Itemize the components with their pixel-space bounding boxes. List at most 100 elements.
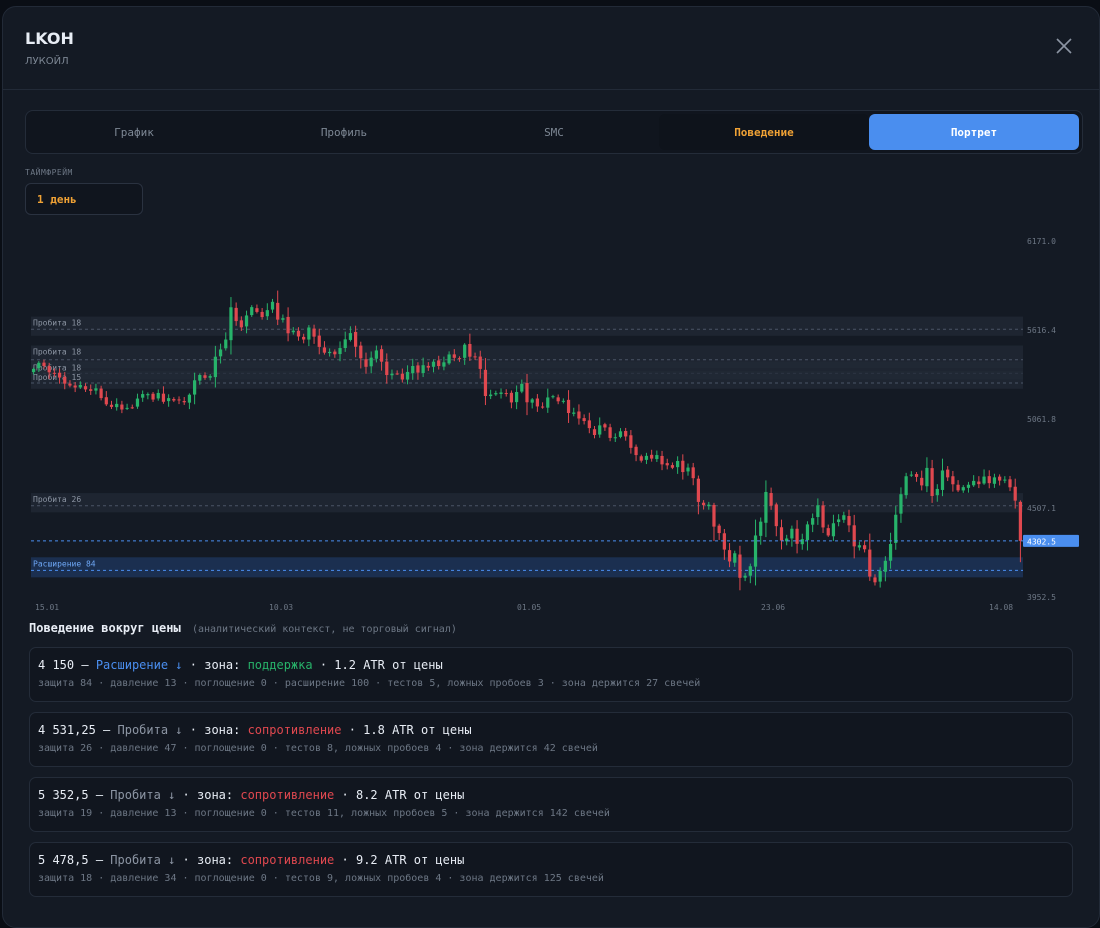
- candle-body: [790, 528, 794, 539]
- candle-body: [229, 307, 233, 341]
- candle-body: [956, 484, 960, 491]
- candle-body: [405, 371, 410, 380]
- zone-details: защита 18 · давление 34 · поглощение 0 ·…: [38, 873, 604, 884]
- candle-body: [691, 467, 695, 479]
- candle-body: [416, 365, 420, 373]
- candle-body: [431, 361, 436, 367]
- candle-body: [769, 493, 773, 506]
- candle-body: [291, 330, 295, 333]
- timeframe-select[interactable]: 1 день: [25, 183, 143, 215]
- candle-body: [182, 401, 186, 403]
- zone-separator: · зона:: [182, 788, 234, 802]
- tab-profile[interactable]: Профиль: [239, 114, 449, 150]
- candle-body: [878, 570, 882, 582]
- candle-body: [47, 366, 51, 373]
- candle-body: [930, 468, 934, 496]
- zone-price: 4 150: [38, 658, 75, 672]
- candle-body: [400, 373, 404, 380]
- candle-body: [224, 339, 228, 349]
- candle-body: [135, 398, 140, 407]
- x-tick-label: 23.06: [761, 603, 785, 612]
- candle-body: [914, 474, 919, 477]
- candle-body: [494, 393, 498, 395]
- zone-card[interactable]: 5 478,5 — Пробита ↓ · зона: сопротивлени…: [29, 842, 1073, 897]
- candle-body: [286, 316, 290, 334]
- zone-role: сопротивление: [247, 723, 342, 737]
- candle-body: [1003, 479, 1007, 481]
- candle-body: [816, 505, 820, 518]
- zone-kind: Пробита ↓: [117, 723, 183, 737]
- candle-body: [629, 435, 633, 448]
- zone-label: Пробита 15: [33, 372, 81, 382]
- zone-price: 5 352,5: [38, 788, 89, 802]
- close-icon[interactable]: [1055, 37, 1073, 55]
- candle-body: [738, 554, 742, 578]
- candle-body: [821, 505, 825, 528]
- candle-body: [473, 356, 477, 358]
- zone-role: сопротивление: [240, 788, 335, 802]
- candle-body: [369, 357, 373, 367]
- candle-body: [530, 399, 534, 403]
- candle-body: [379, 349, 384, 362]
- zone-price: 5 478,5: [38, 853, 89, 867]
- candle-body: [156, 392, 160, 399]
- x-tick-label: 01.05: [517, 603, 541, 612]
- tab-smc[interactable]: SMC: [449, 114, 659, 150]
- company-name: ЛУКОЙЛ: [25, 56, 69, 67]
- candle-body: [577, 411, 581, 419]
- zone-card[interactable]: 4 531,25 — Пробита ↓ · зона: сопротивлен…: [29, 712, 1073, 767]
- candle-body: [130, 407, 134, 409]
- candle-body: [977, 481, 981, 485]
- y-tick-label: 5616.4: [1027, 326, 1056, 335]
- zone-card[interactable]: 5 352,5 — Пробита ↓ · зона: сопротивлени…: [29, 777, 1073, 832]
- candle-body: [904, 476, 908, 496]
- candle-body: [317, 335, 321, 347]
- candle-body: [712, 504, 716, 527]
- candle-body: [707, 504, 711, 507]
- candle-body: [665, 463, 669, 466]
- candle-body: [73, 385, 77, 388]
- candle-body: [556, 397, 560, 402]
- zone-kind: Пробита ↓: [110, 788, 176, 802]
- candle-body: [722, 533, 726, 550]
- tab-portrait[interactable]: Портрет: [869, 114, 1079, 150]
- candle-body: [992, 477, 997, 484]
- view-tabs: График Профиль SMC Поведение Портрет: [25, 110, 1083, 154]
- candle-body: [899, 494, 903, 514]
- candle-body: [385, 361, 389, 375]
- behavior-subtitle: (аналитический контекст, не торговый сиг…: [191, 624, 457, 635]
- zone-details: защита 26 · давление 47 · поглощение 0 ·…: [38, 743, 598, 754]
- candle-body: [618, 431, 623, 437]
- tab-behavior[interactable]: Поведение: [659, 114, 869, 150]
- zone-kind: Пробита ↓: [110, 853, 176, 867]
- zone-separator: · зона:: [189, 658, 241, 672]
- y-tick-label: 5061.8: [1027, 415, 1056, 424]
- zone-card[interactable]: 4 150 — Расширение ↓ · зона: поддержка ·…: [29, 647, 1073, 702]
- candle-body: [281, 318, 285, 320]
- candle-body: [639, 456, 643, 461]
- candle-body: [244, 315, 249, 327]
- candle-body: [426, 365, 430, 368]
- zone-summary: 4 531,25 — Пробита ↓ · зона: сопротивлен…: [38, 723, 1072, 737]
- candle-body: [520, 383, 524, 392]
- candle-body: [63, 376, 67, 384]
- candle-body: [966, 484, 971, 488]
- candle-body: [390, 373, 394, 376]
- candle-body: [670, 465, 675, 468]
- candle-body: [582, 418, 586, 422]
- candle-body: [779, 527, 784, 541]
- candle-body: [265, 310, 269, 317]
- candle-body: [302, 336, 306, 340]
- zone-label: Расширение 84: [33, 559, 96, 568]
- candle-body: [811, 518, 815, 525]
- candle-body: [805, 524, 810, 541]
- candle-body: [655, 455, 659, 460]
- candle-body: [457, 358, 462, 360]
- y-tick-label: 3952.5: [1027, 593, 1056, 602]
- x-tick-label: 14.08: [989, 603, 1013, 612]
- candle-body: [83, 386, 88, 390]
- tab-chart[interactable]: График: [29, 114, 239, 150]
- candle-body: [624, 431, 628, 437]
- candle-body: [946, 469, 950, 478]
- candle-body: [935, 488, 939, 496]
